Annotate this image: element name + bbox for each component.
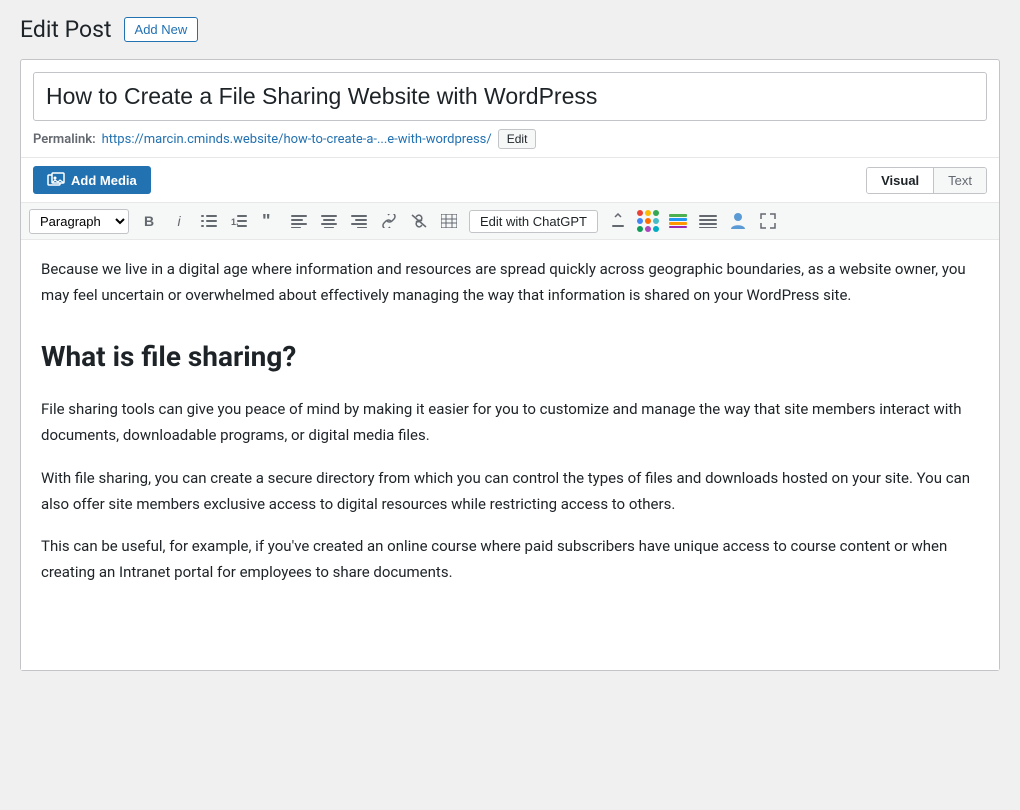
page-wrapper: Edit Post Add New Permalink: https://mar… bbox=[0, 0, 1020, 810]
stack-button[interactable] bbox=[664, 207, 692, 235]
stack-icon bbox=[669, 214, 687, 228]
link-button[interactable] bbox=[375, 207, 403, 235]
view-tabs: Visual Text bbox=[866, 167, 987, 194]
page-header: Edit Post Add New bbox=[20, 16, 1000, 43]
content-paragraph-1: Because we live in a digital age where i… bbox=[41, 256, 979, 309]
permalink-bar: Permalink: https://marcin.cminds.website… bbox=[21, 121, 999, 157]
person-icon bbox=[729, 212, 747, 230]
align-left-button[interactable] bbox=[285, 207, 313, 235]
blockquote-button[interactable]: " bbox=[255, 207, 283, 235]
tab-visual[interactable]: Visual bbox=[867, 168, 934, 193]
align-center-icon bbox=[321, 214, 337, 228]
media-icon bbox=[47, 172, 65, 188]
unlink-button[interactable] bbox=[405, 207, 433, 235]
editor-content[interactable]: Because we live in a digital age where i… bbox=[21, 240, 999, 670]
svg-text:": " bbox=[262, 214, 271, 228]
chatgpt-button[interactable]: Edit with ChatGPT bbox=[469, 210, 598, 233]
add-new-button[interactable]: Add New bbox=[124, 17, 199, 42]
expand-icon bbox=[760, 213, 776, 229]
page-title: Edit Post bbox=[20, 16, 112, 43]
bold-icon: B bbox=[144, 213, 154, 229]
ordered-list-button[interactable]: 1. bbox=[225, 207, 253, 235]
content-paragraph-3: With file sharing, you can create a secu… bbox=[41, 465, 979, 518]
align-right-icon bbox=[351, 214, 367, 228]
content-paragraph-2: File sharing tools can give you peace of… bbox=[41, 396, 979, 449]
bold-button[interactable]: B bbox=[135, 207, 163, 235]
align-center-button[interactable] bbox=[315, 207, 343, 235]
permalink-url[interactable]: https://marcin.cminds.website/how-to-cre… bbox=[102, 132, 492, 147]
add-media-button[interactable]: Add Media bbox=[33, 166, 151, 194]
lines-button[interactable] bbox=[694, 207, 722, 235]
italic-button[interactable]: i bbox=[165, 207, 193, 235]
table-icon bbox=[441, 214, 457, 228]
tab-text[interactable]: Text bbox=[934, 168, 986, 193]
italic-icon: i bbox=[177, 213, 180, 229]
permalink-edit-button[interactable]: Edit bbox=[498, 129, 537, 149]
format-toolbar: Paragraph B i 1. bbox=[21, 202, 999, 240]
permalink-label: Permalink: bbox=[33, 132, 96, 147]
link-icon bbox=[381, 214, 397, 228]
multicolor-dots-button[interactable] bbox=[634, 207, 662, 235]
content-heading-1: What is file sharing? bbox=[41, 333, 979, 381]
dots-icon bbox=[637, 210, 659, 232]
align-left-icon bbox=[291, 214, 307, 228]
unlink-icon bbox=[411, 214, 427, 228]
table-button[interactable] bbox=[435, 207, 463, 235]
editor-toolbar-row: Add Media Visual Text bbox=[21, 157, 999, 202]
add-media-label: Add Media bbox=[71, 173, 137, 188]
post-title-input[interactable] bbox=[33, 72, 987, 121]
upload-icon bbox=[610, 213, 626, 229]
paragraph-select[interactable]: Paragraph bbox=[29, 209, 129, 234]
lines-icon bbox=[699, 214, 717, 228]
person-button[interactable] bbox=[724, 207, 752, 235]
content-paragraph-4: This can be useful, for example, if you'… bbox=[41, 533, 979, 586]
expand-button[interactable] bbox=[754, 207, 782, 235]
ol-icon: 1. bbox=[231, 214, 247, 228]
align-right-button[interactable] bbox=[345, 207, 373, 235]
editor-container: Permalink: https://marcin.cminds.website… bbox=[20, 59, 1000, 671]
unordered-list-button[interactable] bbox=[195, 207, 223, 235]
ul-icon bbox=[201, 214, 217, 228]
upload-button[interactable] bbox=[604, 207, 632, 235]
blockquote-icon: " bbox=[261, 214, 277, 228]
